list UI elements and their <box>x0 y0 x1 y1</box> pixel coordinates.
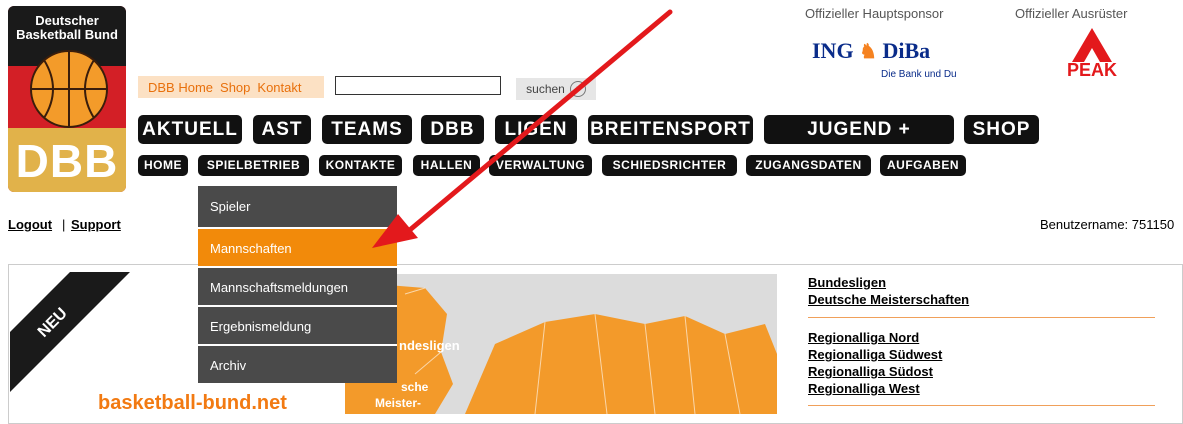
quicklink-kontakt[interactable]: Kontakt <box>257 80 301 95</box>
dropdown-item-mannschaften[interactable]: Mannschaften <box>198 227 397 266</box>
dropdown-item-mannschaftsmeldungen[interactable]: Mannschaftsmeldungen <box>198 266 397 305</box>
divider <box>808 405 1155 406</box>
nav-ligen[interactable]: LIGEN <box>495 115 577 144</box>
link-regionalliga-suedost[interactable]: Regionalliga Südost <box>808 364 933 379</box>
quicklink-dbb-home[interactable]: DBB Home <box>148 80 213 95</box>
divider <box>808 317 1155 318</box>
lion-icon: ♞ <box>859 41 877 63</box>
logo-title: Deutscher Basketball Bund <box>16 13 118 42</box>
dropdown-item-ergebnismeldung[interactable]: Ergebnismeldung <box>198 305 397 344</box>
quick-links-bar: DBB Home Shop Kontakt <box>138 76 324 98</box>
link-separator: | <box>62 217 66 232</box>
subnav-aufgaben[interactable]: AUFGABEN <box>880 155 966 176</box>
subnav-zugangsdaten[interactable]: ZUGANGSDATEN <box>746 155 871 176</box>
nav-ast[interactable]: AST <box>253 115 311 144</box>
nav-jugend-schule[interactable]: JUGEND + SCHULE <box>764 115 954 169</box>
peak-logo[interactable]: PEAK <box>1060 26 1124 80</box>
diba-text: DiBa <box>882 38 931 63</box>
ing-diba-logo[interactable]: ING ♞ DiBa <box>812 38 930 64</box>
map-label-meister[interactable]: Meister- <box>375 396 421 410</box>
dropdown-item-spieler[interactable]: Spieler <box>198 186 397 227</box>
dbb-logo[interactable]: Deutscher Basketball Bund DBB <box>8 6 126 192</box>
link-bundesligen[interactable]: Bundesligen <box>808 275 886 290</box>
peak-text: PEAK <box>1066 60 1117 80</box>
nav-aktuell[interactable]: AKTUELL <box>138 115 242 144</box>
logo-abbr: DBB <box>15 135 119 187</box>
subnav-verwaltung[interactable]: VERWALTUNG <box>489 155 592 176</box>
spielbetrieb-dropdown: Spieler Mannschaften Mannschaftsmeldunge… <box>198 186 397 383</box>
subnav-schiedsrichter[interactable]: SCHIEDSRICHTER <box>602 155 737 176</box>
nav-breitensport[interactable]: BREITENSPORT <box>588 115 753 144</box>
search-button[interactable]: suchen › <box>516 78 596 100</box>
map-label-bundesligen[interactable]: ndesligen <box>399 338 460 353</box>
neu-badge: NEU <box>10 272 130 392</box>
ing-tagline: Die Bank und Du <box>881 69 957 80</box>
link-deutsche-meisterschaften[interactable]: Deutsche Meisterschaften <box>808 292 969 307</box>
nav-shop[interactable]: SHOP <box>964 115 1039 144</box>
subnav-home[interactable]: HOME <box>138 155 188 176</box>
main-sponsor-label: Offizieller Hauptsponsor <box>805 6 944 21</box>
support-link[interactable]: Support <box>71 217 121 232</box>
subnav-spielbetrieb[interactable]: SPIELBETRIEB <box>198 155 309 176</box>
link-regionalliga-suedwest[interactable]: Regionalliga Südwest <box>808 347 942 362</box>
username-label: Benutzername: 751150 <box>1040 217 1175 232</box>
subnav-kontakte[interactable]: KONTAKTE <box>319 155 402 176</box>
search-button-label: suchen <box>526 82 565 96</box>
basketball-icon <box>30 50 108 128</box>
outfitter-label: Offizieller Ausrüster <box>1015 6 1128 21</box>
logout-link[interactable]: Logout <box>8 217 52 232</box>
ing-text: ING <box>812 38 854 63</box>
link-regionalliga-west[interactable]: Regionalliga West <box>808 381 920 396</box>
quicklink-shop[interactable]: Shop <box>220 80 250 95</box>
link-regionalliga-nord[interactable]: Regionalliga Nord <box>808 330 919 345</box>
map-label-deutsche[interactable]: sche <box>401 380 428 394</box>
nav-dbb[interactable]: DBB <box>421 115 484 144</box>
search-input[interactable] <box>335 76 501 95</box>
germany-map[interactable]: ndesligen sche Meister- <box>345 274 777 414</box>
dropdown-item-archiv[interactable]: Archiv <box>198 344 397 383</box>
nav-teams[interactable]: TEAMS <box>322 115 412 144</box>
arrow-right-icon: › <box>569 81 586 97</box>
subnav-hallen[interactable]: HALLEN <box>413 155 480 176</box>
